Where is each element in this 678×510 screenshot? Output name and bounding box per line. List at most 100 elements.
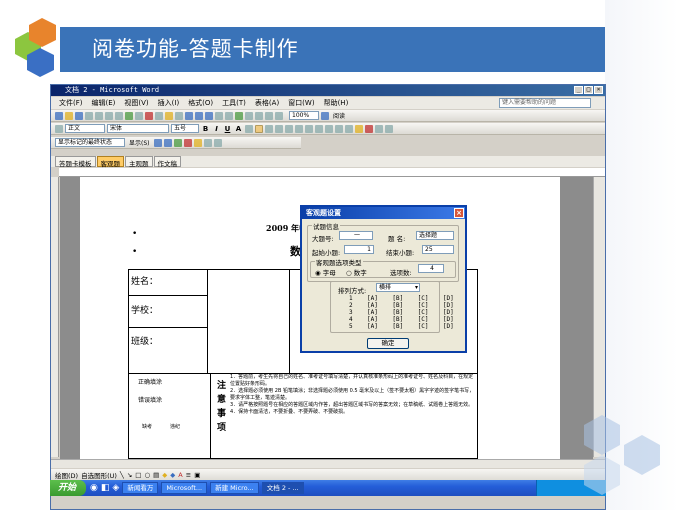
char-scale-icon[interactable] bbox=[245, 124, 253, 133]
bullets-icon[interactable] bbox=[325, 124, 333, 133]
tab-template[interactable]: 答题卡模板 bbox=[55, 156, 96, 168]
research-icon[interactable] bbox=[135, 111, 143, 120]
big-no-input[interactable]: 一 bbox=[339, 231, 373, 240]
new-icon[interactable] bbox=[55, 111, 63, 120]
oval-icon[interactable]: ○ bbox=[144, 471, 150, 479]
minimize-icon[interactable]: _ bbox=[574, 86, 583, 94]
underline-button[interactable]: U bbox=[223, 125, 232, 133]
enclose-icon[interactable] bbox=[385, 124, 393, 133]
menu-help[interactable]: 帮助(H) bbox=[324, 98, 349, 108]
justify-icon[interactable] bbox=[285, 124, 293, 133]
distributed-icon[interactable] bbox=[295, 124, 303, 133]
drawing-icon[interactable] bbox=[255, 111, 263, 120]
horizontal-ruler[interactable] bbox=[59, 168, 605, 177]
menu-insert[interactable]: 插入(I) bbox=[158, 98, 180, 108]
name-input[interactable]: 选择题 bbox=[416, 231, 454, 240]
paste-icon[interactable] bbox=[165, 111, 173, 120]
undo-icon[interactable] bbox=[185, 111, 193, 120]
align-left-icon[interactable] bbox=[255, 124, 263, 133]
align-center-icon[interactable] bbox=[265, 124, 273, 133]
open-icon[interactable] bbox=[65, 111, 73, 120]
menu-file[interactable]: 文件(F) bbox=[59, 98, 83, 108]
rectangle-icon[interactable]: □ bbox=[135, 471, 141, 479]
style-select[interactable]: 正文 bbox=[65, 124, 105, 133]
doc-map-icon[interactable] bbox=[265, 111, 273, 120]
menu-table[interactable]: 表格(A) bbox=[255, 98, 279, 108]
taskbar-item[interactable]: Microsoft... bbox=[161, 482, 208, 494]
accept-icon[interactable] bbox=[173, 138, 182, 147]
zoom-select[interactable]: 100% bbox=[289, 111, 319, 120]
size-select[interactable]: 五号 bbox=[171, 124, 199, 133]
copy-icon[interactable] bbox=[155, 111, 163, 120]
dialog-close-icon[interactable]: × bbox=[454, 208, 464, 218]
insert-table-icon[interactable] bbox=[225, 111, 233, 120]
font-color-icon[interactable] bbox=[365, 124, 373, 133]
line-color-icon[interactable]: ◆ bbox=[170, 471, 175, 479]
pane-icon[interactable] bbox=[213, 138, 222, 147]
start-button[interactable]: 开始 bbox=[50, 480, 87, 496]
line-style-icon[interactable]: ≡ bbox=[186, 471, 191, 479]
save-icon[interactable] bbox=[75, 111, 83, 120]
print-icon[interactable] bbox=[105, 111, 113, 120]
cut-icon[interactable] bbox=[145, 111, 153, 120]
excel-icon[interactable] bbox=[235, 111, 243, 120]
next-change-icon[interactable] bbox=[163, 138, 172, 147]
bold-button[interactable]: B bbox=[201, 125, 210, 133]
radio-letter[interactable]: ◉ 字母 bbox=[315, 267, 336, 277]
show-button[interactable]: 显示(S) bbox=[127, 138, 152, 147]
menu-format[interactable]: 格式(O) bbox=[188, 98, 213, 108]
taskbar-item[interactable]: 文档 2 - ... bbox=[261, 482, 304, 494]
radio-digit[interactable]: ○ 数字 bbox=[346, 267, 367, 277]
shadow-icon[interactable]: ▣ bbox=[194, 471, 200, 479]
markup-select[interactable]: 显示标记的最终状态 bbox=[55, 138, 125, 147]
format-painter-icon[interactable] bbox=[175, 111, 183, 120]
spell-icon[interactable] bbox=[125, 111, 133, 120]
desktop-icon[interactable]: ◧ bbox=[101, 483, 110, 493]
show-hide-icon[interactable] bbox=[275, 111, 283, 120]
increase-indent-icon[interactable] bbox=[345, 124, 353, 133]
reject-icon[interactable] bbox=[183, 138, 192, 147]
arrow-icon[interactable]: ↘ bbox=[127, 471, 132, 479]
hyperlink-icon[interactable] bbox=[205, 111, 213, 120]
window-titlebar[interactable]: 文档 2 - Microsoft Word _ □ × bbox=[51, 85, 605, 96]
ie-icon[interactable]: ◉ bbox=[90, 483, 98, 493]
line-icon[interactable]: ╲ bbox=[120, 471, 124, 479]
tab-subjective[interactable]: 主观题 bbox=[125, 156, 153, 168]
tables-icon[interactable] bbox=[215, 111, 223, 120]
line-spacing-icon[interactable] bbox=[305, 124, 313, 133]
autoshape-menu[interactable]: 自选图形(U) bbox=[81, 470, 117, 480]
highlight-icon[interactable] bbox=[355, 124, 363, 133]
start-input[interactable]: 1 bbox=[344, 245, 374, 254]
numbering-icon[interactable] bbox=[315, 124, 323, 133]
draw-menu[interactable]: 绘图(D) bbox=[55, 470, 78, 480]
tab-objective[interactable]: 客观题 bbox=[96, 156, 124, 168]
help-icon[interactable] bbox=[321, 111, 329, 120]
redo-icon[interactable] bbox=[195, 111, 203, 120]
track-icon[interactable] bbox=[203, 138, 212, 147]
decrease-indent-icon[interactable] bbox=[335, 124, 343, 133]
end-input[interactable]: 25 bbox=[422, 245, 454, 254]
vertical-ruler[interactable] bbox=[51, 177, 59, 457]
sort-select[interactable]: 横排 ▾ bbox=[376, 283, 420, 292]
font-select[interactable]: 宋体 bbox=[107, 124, 169, 133]
read-button[interactable]: 阅读 bbox=[331, 111, 347, 120]
email-icon[interactable] bbox=[95, 111, 103, 120]
horizontal-scrollbar[interactable] bbox=[51, 459, 605, 468]
menu-edit[interactable]: 编辑(E) bbox=[92, 98, 116, 108]
textbox-icon[interactable]: ▤ bbox=[153, 471, 159, 479]
align-right-icon[interactable] bbox=[275, 124, 283, 133]
styles-icon[interactable] bbox=[55, 124, 63, 133]
menu-tools[interactable]: 工具(T) bbox=[222, 98, 246, 108]
preview-icon[interactable] bbox=[115, 111, 123, 120]
phonetic-icon[interactable] bbox=[375, 124, 383, 133]
fill-color-icon[interactable]: ◆ bbox=[162, 471, 167, 479]
comment-icon[interactable] bbox=[193, 138, 202, 147]
ok-button[interactable]: 确定 bbox=[367, 338, 409, 349]
menu-window[interactable]: 窗口(W) bbox=[288, 98, 314, 108]
permission-icon[interactable] bbox=[85, 111, 93, 120]
help-search-input[interactable]: 键入需要帮助的问题 bbox=[499, 98, 591, 108]
options-input[interactable]: 4 bbox=[418, 264, 444, 273]
columns-icon[interactable] bbox=[245, 111, 253, 120]
dialog-titlebar[interactable]: 客观题设置 × bbox=[302, 207, 465, 219]
taskbar-item[interactable]: 新闻看万 bbox=[122, 482, 159, 494]
